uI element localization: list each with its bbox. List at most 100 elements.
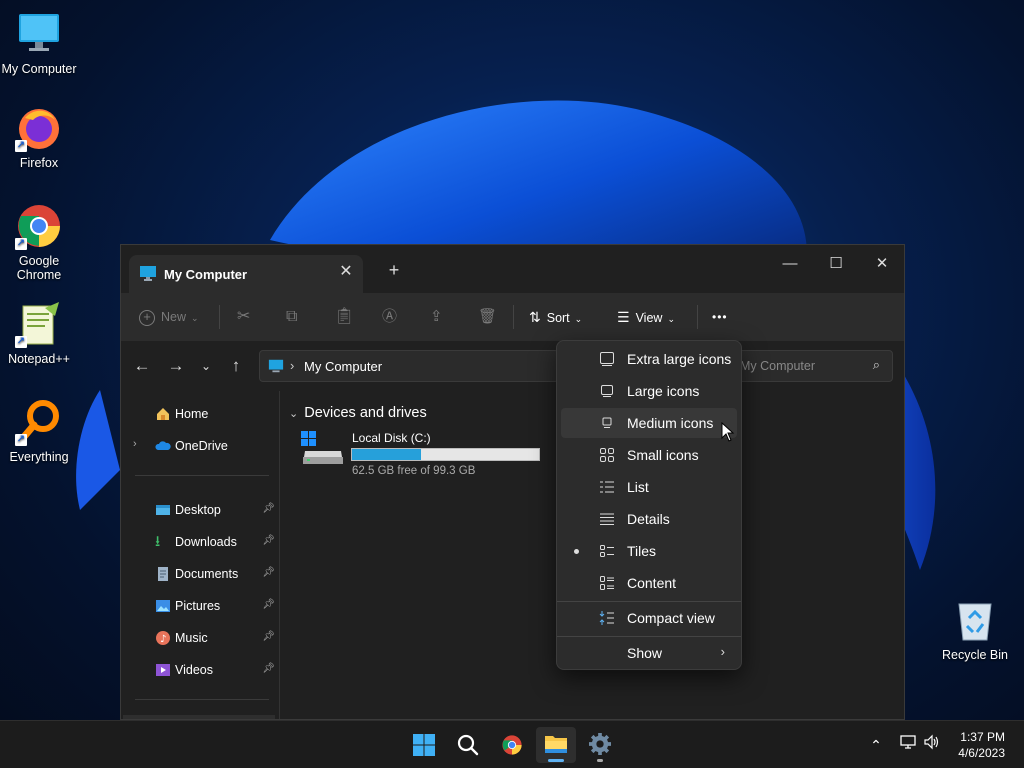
recycle-bin-icon bbox=[951, 596, 999, 644]
close-button[interactable]: ✕ bbox=[859, 249, 904, 279]
new-tab-button[interactable]: + bbox=[383, 259, 405, 281]
menu-item-extra-large-icons[interactable]: Extra large icons bbox=[561, 344, 737, 374]
view-dropdown-menu: Extra large icons Large icons Medium ico… bbox=[556, 340, 742, 670]
pane-divider[interactable] bbox=[279, 391, 280, 719]
taskbar-file-explorer-button[interactable] bbox=[536, 727, 576, 763]
menu-item-large-icons[interactable]: Large icons bbox=[561, 376, 737, 406]
mouse-cursor-icon bbox=[721, 422, 735, 442]
taskbar-search-button[interactable] bbox=[448, 727, 488, 763]
pin-icon[interactable]: 📌︎ bbox=[262, 535, 275, 546]
navigation-pane: Home › OneDrive Desktop 📌︎ ⭳ Downloads 📌… bbox=[121, 391, 279, 719]
file-explorer-window: My Computer ✕ + — ☐ ✕ + New ⌄ ✂ ⧉ 📋︎ Ⓐ ⇪ 🗑… bbox=[120, 244, 905, 720]
forward-arrow-icon[interactable]: → bbox=[163, 353, 189, 379]
delete-icon[interactable]: 🗑︎ bbox=[478, 303, 497, 331]
close-tab-icon[interactable]: ✕ bbox=[335, 261, 357, 283]
chevron-down-icon: ⌄ bbox=[191, 313, 199, 323]
menu-item-label: Medium icons bbox=[627, 415, 714, 431]
menu-item-tiles[interactable]: Tiles bbox=[561, 536, 737, 566]
desktop-icon-label: My Computer bbox=[1, 62, 77, 76]
nav-label: Videos bbox=[175, 663, 213, 677]
desktop-folder-icon bbox=[155, 502, 171, 518]
menu-item-label: Large icons bbox=[627, 383, 700, 399]
rename-icon[interactable]: Ⓐ bbox=[382, 303, 397, 331]
menu-item-label: Details bbox=[627, 511, 670, 527]
nav-item-downloads[interactable]: ⭳ Downloads 📌︎ bbox=[121, 527, 279, 557]
group-header-devices[interactable]: ⌄ Devices and drives bbox=[289, 405, 427, 421]
start-button[interactable] bbox=[404, 727, 444, 763]
view-button[interactable]: ☰ View ⌄ bbox=[617, 303, 675, 331]
taskbar-settings-button[interactable] bbox=[580, 727, 620, 763]
desktop-icon-everything[interactable]: ↗ Everything bbox=[0, 398, 78, 464]
menu-item-compact-view[interactable]: Compact view bbox=[561, 603, 737, 633]
desktop-icon-google-chrome[interactable]: ↗ Google Chrome bbox=[0, 202, 78, 282]
address-bar[interactable]: › My Computer bbox=[259, 350, 559, 382]
pin-icon[interactable]: 📌︎ bbox=[262, 567, 275, 578]
firefox-icon: ↗ bbox=[15, 104, 63, 152]
chrome-icon: ↗ bbox=[15, 202, 63, 250]
shortcut-arrow-icon: ↗ bbox=[15, 434, 27, 446]
chrome-icon bbox=[501, 734, 523, 761]
nav-item-pictures[interactable]: Pictures 📌︎ bbox=[121, 591, 279, 621]
desktop-icon-recycle-bin[interactable]: Recycle Bin bbox=[936, 596, 1014, 662]
desktop-icon-my-computer[interactable]: My Computer bbox=[0, 10, 78, 76]
windows-logo-icon bbox=[412, 733, 436, 762]
nav-label: Downloads bbox=[175, 535, 237, 549]
desktop-icon-label: Google Chrome bbox=[16, 254, 62, 282]
up-arrow-icon[interactable]: ↑ bbox=[223, 353, 249, 379]
back-arrow-icon[interactable]: ← bbox=[129, 353, 155, 379]
maximize-button[interactable]: ☐ bbox=[813, 249, 859, 279]
see-more-button[interactable]: ••• bbox=[712, 303, 728, 331]
svg-text:♪: ♪ bbox=[160, 634, 166, 645]
show-hidden-icons-chevron-up-icon[interactable]: ⌃ bbox=[865, 734, 887, 756]
share-icon[interactable]: ⇪ bbox=[430, 303, 443, 331]
nav-item-onedrive[interactable]: › OneDrive bbox=[121, 431, 279, 461]
sort-label: Sort bbox=[546, 311, 570, 325]
nav-item-videos[interactable]: Videos 📌︎ bbox=[121, 655, 279, 685]
network-icon[interactable] bbox=[897, 734, 919, 756]
home-icon bbox=[155, 406, 171, 422]
shortcut-arrow-icon: ↗ bbox=[15, 140, 27, 152]
breadcrumb[interactable]: My Computer bbox=[304, 359, 382, 374]
menu-item-label: List bbox=[627, 479, 649, 495]
desktop-icon-firefox[interactable]: ↗ Firefox bbox=[0, 104, 78, 170]
paste-icon[interactable]: 📋︎ bbox=[334, 303, 354, 331]
pin-icon[interactable]: 📌︎ bbox=[262, 503, 275, 514]
nav-item-music[interactable]: ♪ Music 📌︎ bbox=[121, 623, 279, 653]
desktop-icon-label: Recycle Bin bbox=[942, 648, 1008, 662]
cut-icon[interactable]: ✂ bbox=[237, 303, 250, 331]
copy-icon[interactable]: ⧉ bbox=[286, 303, 297, 331]
pin-icon[interactable]: 📌︎ bbox=[262, 663, 275, 674]
nav-item-home[interactable]: Home bbox=[121, 399, 279, 429]
drive-tile-c[interactable]: Local Disk (C:) 62.5 GB free of 99.3 GB bbox=[301, 431, 541, 481]
tab-my-computer[interactable]: My Computer ✕ bbox=[129, 255, 363, 293]
new-button[interactable]: + New ⌄ bbox=[139, 303, 199, 331]
volume-icon[interactable] bbox=[921, 734, 943, 756]
nav-label: Home bbox=[175, 407, 209, 421]
clock[interactable]: 1:37 PM 4/6/2023 bbox=[958, 729, 1005, 761]
divider bbox=[513, 305, 514, 329]
desktop-icon-label: Notepad++ bbox=[8, 352, 70, 366]
sort-button[interactable]: ⇅ Sort ⌄ bbox=[529, 303, 582, 331]
active-indicator bbox=[548, 759, 564, 762]
menu-item-label: Compact view bbox=[627, 610, 715, 626]
nav-item-documents[interactable]: Documents 📌︎ bbox=[121, 559, 279, 589]
search-box[interactable]: My Computer ⌕ bbox=[721, 350, 893, 382]
menu-item-small-icons[interactable]: Small icons bbox=[561, 440, 737, 470]
taskbar: ⌃ 1:37 PM 4/6/2023 bbox=[0, 720, 1024, 768]
desktop-icon-notepad-plus-plus[interactable]: ↗ Notepad++ bbox=[0, 300, 78, 366]
drive-free-space: 62.5 GB free of 99.3 GB bbox=[352, 465, 476, 477]
menu-item-show[interactable]: Show › bbox=[561, 638, 737, 668]
recent-chevron-down-icon[interactable]: ⌄ bbox=[193, 353, 219, 379]
menu-divider bbox=[557, 636, 741, 637]
menu-item-medium-icons[interactable]: Medium icons bbox=[561, 408, 737, 438]
pin-icon[interactable]: 📌︎ bbox=[262, 599, 275, 610]
minimize-button[interactable]: — bbox=[767, 249, 813, 279]
nav-item-desktop[interactable]: Desktop 📌︎ bbox=[121, 495, 279, 525]
menu-item-content[interactable]: Content bbox=[561, 568, 737, 598]
view-icon: ☰ bbox=[617, 309, 630, 325]
search-placeholder: My Computer bbox=[740, 359, 816, 373]
menu-item-list[interactable]: List bbox=[561, 472, 737, 502]
taskbar-chrome-button[interactable] bbox=[492, 727, 532, 763]
pin-icon[interactable]: 📌︎ bbox=[262, 631, 275, 642]
menu-item-details[interactable]: Details bbox=[561, 504, 737, 534]
